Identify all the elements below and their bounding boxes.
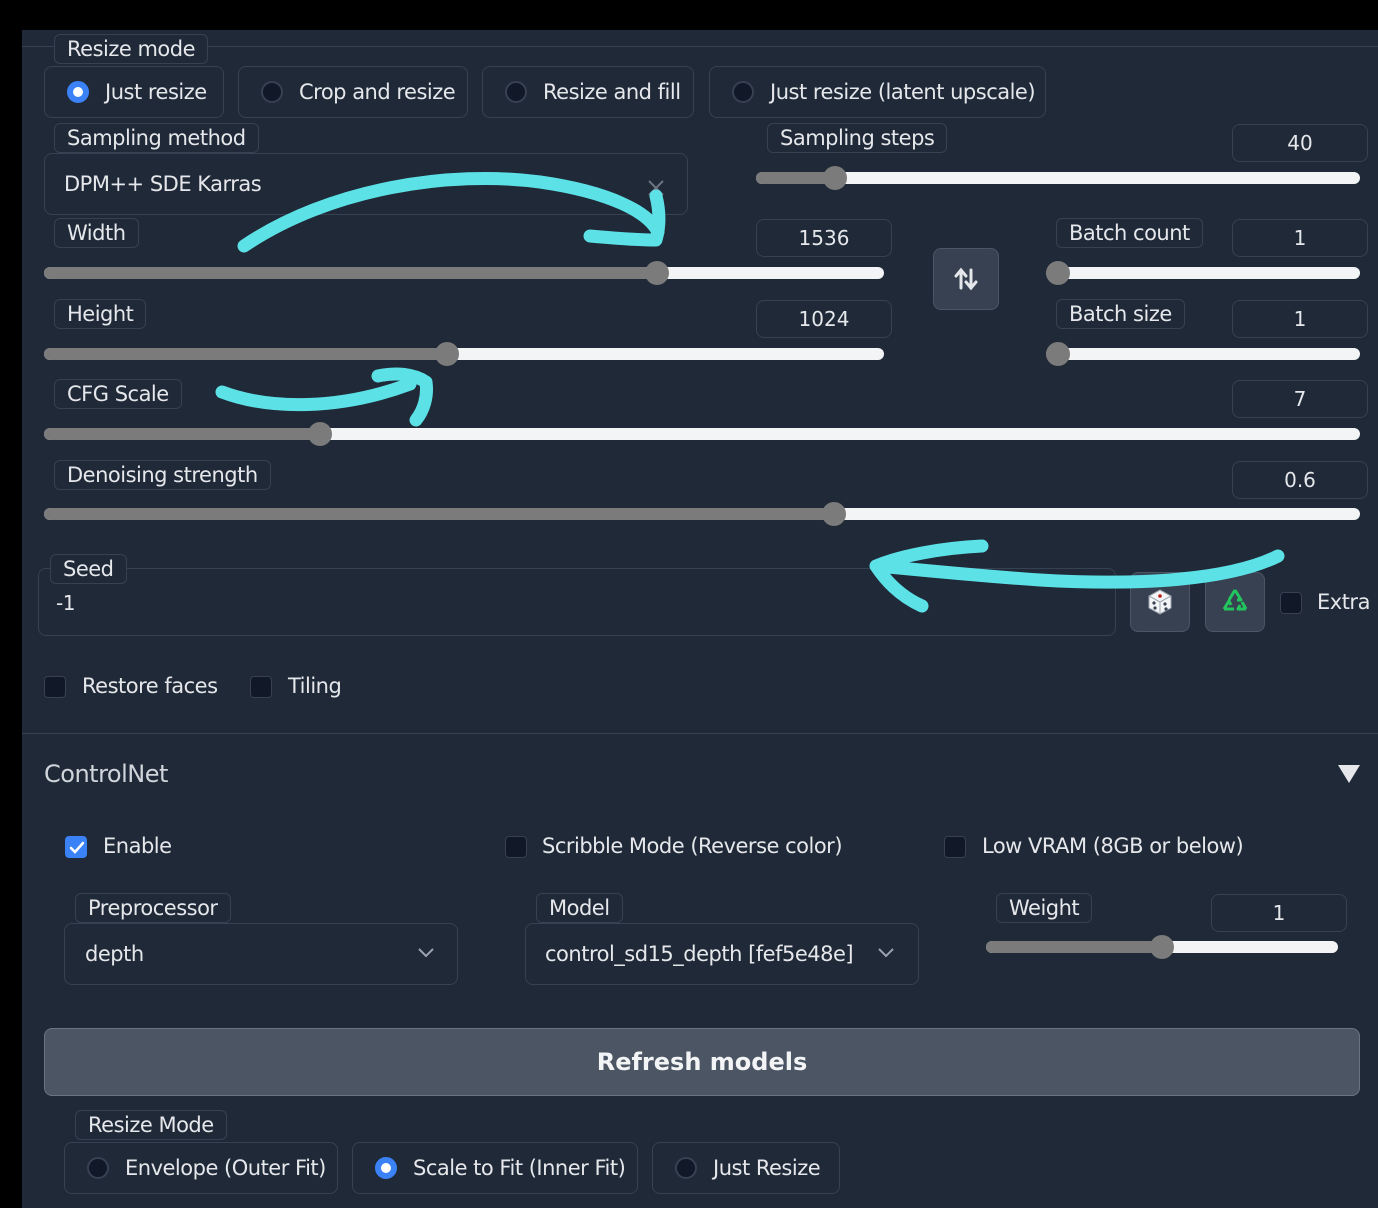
- scribble-mode-checkbox[interactable]: [505, 836, 527, 858]
- checkmark-icon: [69, 841, 85, 854]
- slider-fill: [44, 267, 658, 279]
- width-slider[interactable]: [44, 261, 884, 285]
- reuse-seed-button[interactable]: [1205, 572, 1265, 632]
- radio-label: Resize and fill: [543, 80, 681, 104]
- cfg-scale-label: CFG Scale: [54, 379, 182, 409]
- radio-label: Scale to Fit (Inner Fit): [413, 1156, 626, 1180]
- batch-count-label: Batch count: [1056, 218, 1203, 248]
- height-label: Height: [54, 299, 147, 329]
- sampling-method-value: DPM++ SDE Karras: [64, 172, 262, 196]
- dropdown-chevron-icon: [878, 948, 894, 958]
- controlnet-resize-mode-label: Resize Mode: [75, 1110, 227, 1140]
- slider-thumb[interactable]: [435, 342, 460, 366]
- extra-seed-label: Extra: [1317, 590, 1370, 614]
- group-border: [22, 46, 1378, 47]
- collapse-triangle-icon[interactable]: [1337, 763, 1361, 785]
- slider-thumb[interactable]: [821, 502, 846, 526]
- radio-dot: [67, 81, 89, 103]
- model-label: Model: [536, 893, 623, 923]
- enable-checkbox[interactable]: [65, 836, 87, 858]
- weight-input[interactable]: 1: [1211, 894, 1347, 932]
- low-vram-checkbox[interactable]: [944, 836, 966, 858]
- slider-fill: [44, 508, 834, 520]
- tiling-checkbox[interactable]: [250, 676, 272, 698]
- radio-scale-to-fit-inner-fit[interactable]: Scale to Fit (Inner Fit): [352, 1142, 638, 1194]
- radio-label: Envelope (Outer Fit): [125, 1156, 326, 1180]
- extra-seed-checkbox[interactable]: [1280, 592, 1302, 614]
- radio-label: Just Resize: [713, 1156, 821, 1180]
- radio-just-resize[interactable]: Just resize: [44, 66, 224, 118]
- weight-slider[interactable]: [986, 935, 1338, 959]
- cfg-scale-input[interactable]: 7: [1232, 380, 1368, 418]
- clear-x-icon[interactable]: [646, 178, 666, 198]
- denoising-strength-input[interactable]: 0.6: [1232, 461, 1368, 499]
- radio-just-resize-controlnet[interactable]: Just Resize: [652, 1142, 840, 1194]
- stage: Resize mode Just resize Crop and resize …: [0, 0, 1378, 1208]
- controlnet-accordion-header[interactable]: [22, 740, 1378, 810]
- cfg-scale-slider[interactable]: [44, 422, 1360, 446]
- weight-label: Weight: [996, 893, 1093, 923]
- scribble-mode-label: Scribble Mode (Reverse color): [542, 834, 843, 858]
- seed-field[interactable]: [38, 568, 1116, 636]
- sampling-steps-slider[interactable]: [756, 166, 1360, 190]
- batch-count-input[interactable]: 1: [1232, 219, 1368, 257]
- sampling-steps-label: Sampling steps: [767, 123, 948, 153]
- width-label: Width: [54, 218, 139, 248]
- slider-thumb[interactable]: [1046, 261, 1070, 285]
- random-seed-dice-icon: [1148, 589, 1172, 615]
- section-divider: [22, 733, 1378, 734]
- radio-dot: [375, 1157, 397, 1179]
- preprocessor-value: depth: [85, 942, 144, 966]
- radio-envelope-outer-fit[interactable]: Envelope (Outer Fit): [64, 1142, 338, 1194]
- radio-crop-and-resize[interactable]: Crop and resize: [238, 66, 468, 118]
- slider-fill: [986, 941, 1162, 953]
- dropdown-chevron-icon: [418, 948, 434, 958]
- batch-size-input[interactable]: 1: [1232, 300, 1368, 338]
- resize-mode-label: Resize mode: [54, 34, 209, 64]
- radio-dot: [732, 81, 754, 103]
- tiling-label: Tiling: [288, 674, 342, 698]
- model-value: control_sd15_depth [fef5e48e]: [545, 942, 854, 966]
- radio-just-resize-latent[interactable]: Just resize (latent upscale): [709, 66, 1046, 118]
- refresh-models-button[interactable]: Refresh models: [44, 1028, 1360, 1096]
- radio-resize-and-fill[interactable]: Resize and fill: [482, 66, 694, 118]
- radio-label: Crop and resize: [299, 80, 456, 104]
- radio-dot: [675, 1157, 697, 1179]
- enable-label: Enable: [103, 834, 172, 858]
- slider-thumb[interactable]: [1046, 342, 1070, 366]
- denoising-strength-label: Denoising strength: [54, 460, 271, 490]
- denoising-strength-slider[interactable]: [44, 502, 1360, 526]
- radio-dot: [87, 1157, 109, 1179]
- height-input[interactable]: 1024: [756, 300, 892, 338]
- radio-dot: [505, 81, 527, 103]
- low-vram-label: Low VRAM (8GB or below): [982, 834, 1244, 858]
- preprocessor-label: Preprocessor: [75, 893, 231, 923]
- seed-value[interactable]: -1: [56, 591, 75, 615]
- batch-size-label: Batch size: [1056, 299, 1185, 329]
- radio-label: Just resize (latent upscale): [770, 80, 1036, 104]
- slider-fill: [44, 428, 321, 440]
- slider-thumb[interactable]: [1150, 935, 1174, 959]
- batch-count-slider[interactable]: [1046, 261, 1360, 285]
- slider-thumb[interactable]: [645, 261, 670, 285]
- restore-faces-label: Restore faces: [82, 674, 218, 698]
- reuse-seed-recycle-icon: [1222, 589, 1248, 611]
- sampling-steps-input[interactable]: 40: [1232, 124, 1368, 162]
- swap-dimensions-button[interactable]: [933, 248, 999, 310]
- width-input[interactable]: 1536: [756, 219, 892, 257]
- swap-dimensions-icon: [954, 267, 978, 291]
- seed-label: Seed: [50, 554, 127, 584]
- radio-label: Just resize: [105, 80, 207, 104]
- controlnet-title: ControlNet: [44, 760, 168, 788]
- radio-dot: [261, 81, 283, 103]
- height-slider[interactable]: [44, 342, 884, 366]
- restore-faces-checkbox[interactable]: [44, 676, 66, 698]
- sampling-method-label: Sampling method: [54, 123, 259, 153]
- slider-thumb[interactable]: [822, 166, 847, 190]
- random-seed-button[interactable]: [1130, 572, 1190, 632]
- batch-size-slider[interactable]: [1046, 342, 1360, 366]
- slider-fill: [44, 348, 448, 360]
